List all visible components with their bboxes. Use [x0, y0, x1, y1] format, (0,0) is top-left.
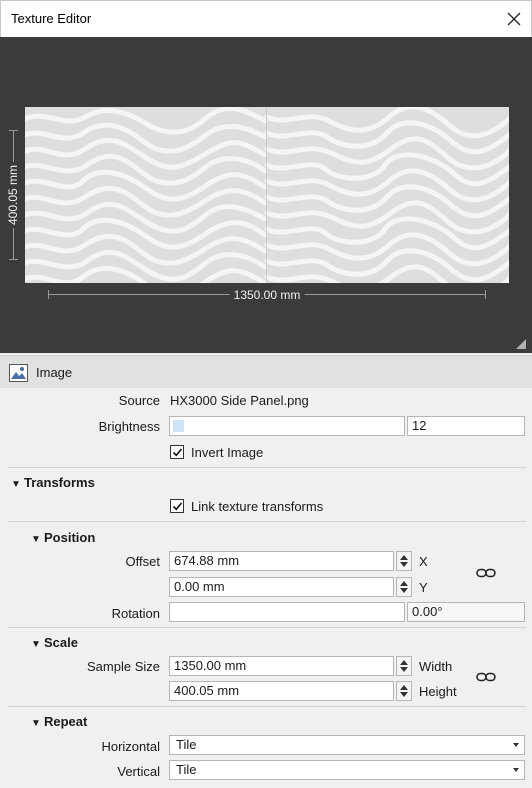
rotation-input[interactable] [169, 602, 405, 622]
position-group-header[interactable]: ▼ Position [31, 530, 95, 545]
link-chain-icon[interactable] [476, 568, 496, 578]
offset-x-spinner[interactable] [396, 551, 412, 571]
vertical-repeat-select[interactable]: Tile [169, 760, 525, 780]
height-label: Height [419, 684, 457, 699]
invert-image-label: Invert Image [191, 445, 264, 460]
vertical-label: Vertical [117, 764, 160, 779]
offset-x-input[interactable]: 674.88 mm [169, 551, 394, 571]
brightness-slider-fill [173, 420, 184, 432]
collapse-triangle-icon: ▼ [31, 534, 41, 545]
resize-grip-icon[interactable] [516, 339, 526, 349]
width-label: Width [419, 659, 453, 674]
width-dimension: 1350.00 mm [48, 287, 486, 303]
image-section-label: Image [36, 365, 73, 380]
divider [8, 521, 526, 522]
divider [8, 627, 526, 628]
link-chain-icon[interactable] [476, 672, 496, 682]
close-icon [507, 12, 521, 26]
image-section-header[interactable]: Image [0, 355, 532, 388]
width-dimension-label: 1350.00 mm [229, 287, 305, 303]
height-dimension-label: 400.05 mm [6, 161, 20, 229]
height-dimension: 400.05 mm [4, 130, 20, 260]
brightness-value[interactable]: 12 [407, 416, 525, 436]
vertical-repeat-value: Tile [176, 762, 197, 777]
offset-y-input[interactable]: 0.00 mm [169, 577, 394, 597]
texture-seam [266, 107, 267, 283]
title-bar: Texture Editor [0, 0, 532, 37]
window-title: Texture Editor [11, 11, 92, 26]
transforms-label: Transforms [24, 475, 95, 490]
horizontal-repeat-value: Tile [176, 737, 197, 752]
divider [8, 706, 526, 707]
collapse-triangle-icon: ▼ [31, 718, 41, 729]
dropdown-arrow-icon [513, 743, 519, 747]
y-axis-label: Y [419, 580, 428, 595]
texture-preview: 1350.00 mm 400.05 mm [0, 37, 532, 353]
link-transforms-checkbox[interactable] [170, 499, 184, 513]
image-icon [9, 364, 28, 382]
scale-label: Scale [44, 635, 78, 650]
dropdown-arrow-icon [513, 768, 519, 772]
offset-label: Offset [125, 554, 160, 569]
link-transforms-label: Link texture transforms [191, 499, 324, 514]
brightness-slider[interactable] [169, 416, 405, 436]
collapse-triangle-icon: ▼ [11, 479, 21, 490]
position-label: Position [44, 530, 96, 545]
transforms-group-header[interactable]: ▼ Transforms [11, 475, 95, 490]
source-label: Source [118, 393, 160, 408]
sample-height-input[interactable]: 400.05 mm [169, 681, 394, 701]
offset-y-spinner[interactable] [396, 577, 412, 597]
checkmark-icon [172, 447, 182, 456]
invert-image-checkbox[interactable] [170, 445, 184, 459]
repeat-group-header[interactable]: ▼ Repeat [31, 714, 87, 729]
close-button[interactable] [497, 1, 531, 37]
texture-image [25, 107, 509, 283]
scale-group-header[interactable]: ▼ Scale [31, 635, 78, 650]
brightness-label: Brightness [98, 419, 160, 434]
horizontal-label: Horizontal [101, 739, 160, 754]
sample-width-input[interactable]: 1350.00 mm [169, 656, 394, 676]
rotation-label: Rotation [111, 606, 160, 621]
rotation-readout: 0.00° [407, 602, 525, 622]
checkmark-icon [172, 501, 182, 510]
x-axis-label: X [419, 554, 428, 569]
sample-height-spinner[interactable] [396, 681, 412, 701]
collapse-triangle-icon: ▼ [31, 639, 41, 650]
horizontal-repeat-select[interactable]: Tile [169, 735, 525, 755]
sample-width-spinner[interactable] [396, 656, 412, 676]
sample-size-label: Sample Size [87, 659, 160, 674]
zebra-pattern [25, 107, 509, 283]
source-value: HX3000 Side Panel.png [170, 393, 309, 408]
divider [8, 467, 526, 468]
repeat-label: Repeat [44, 714, 88, 729]
